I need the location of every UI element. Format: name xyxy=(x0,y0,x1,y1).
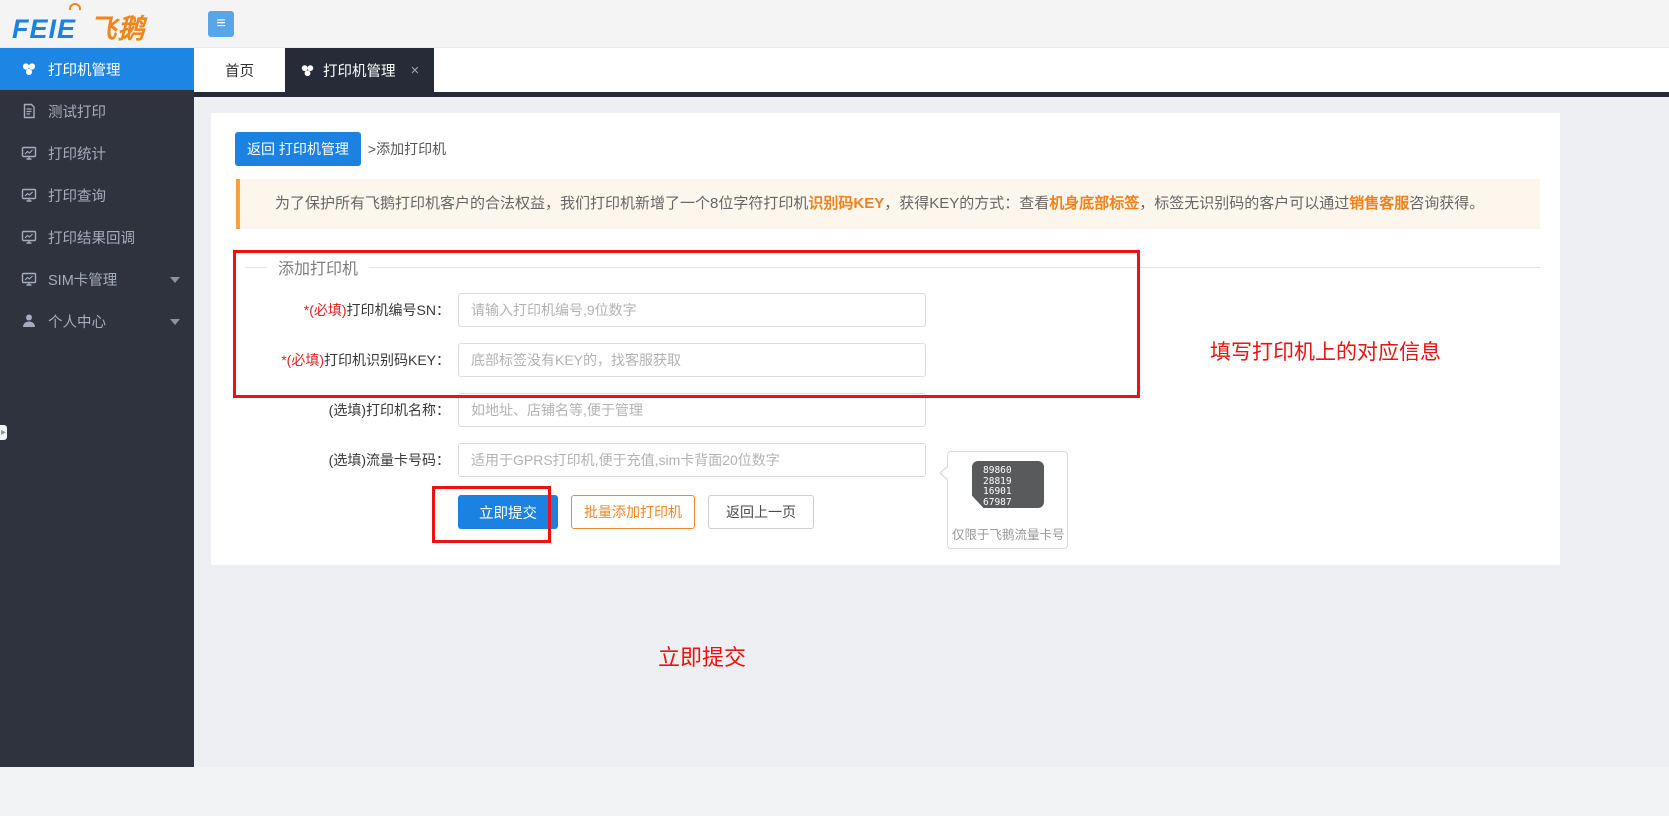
field-label-sn: *(必填)打印机编号SN： xyxy=(211,293,450,327)
field-label-sim: (选填)流量卡号码： xyxy=(211,443,450,477)
add-printer-card: 返回 打印机管理 >添加打印机 为了保护所有飞鹅打印机客户的合法权益，我们打印机… xyxy=(211,113,1560,565)
sidebar-collapse-handle[interactable]: ▸ xyxy=(0,425,7,440)
sidebar-item-printer-management[interactable]: 打印机管理 xyxy=(0,48,194,90)
printer-key-input[interactable] xyxy=(458,343,926,377)
content-area: 返回 打印机管理 >添加打印机 为了保护所有飞鹅打印机客户的合法权益，我们打印机… xyxy=(194,97,1669,767)
close-icon[interactable]: × xyxy=(411,62,420,79)
sim-number-line: 67987 xyxy=(983,498,1044,509)
sidebar-item-label: 打印结果回调 xyxy=(48,227,135,248)
sim-number-input[interactable] xyxy=(458,443,926,477)
notice-highlight-support: 销售客服 xyxy=(1349,195,1409,212)
notice-highlight-key: 识别码KEY xyxy=(808,195,884,212)
printer-name-input[interactable] xyxy=(458,393,926,427)
brand-logo: FEIE 飞鹅 xyxy=(12,7,146,46)
chart-monitor-icon xyxy=(21,145,37,161)
back-to-printer-management-button[interactable]: 返回 打印机管理 xyxy=(235,132,361,166)
sim-card-image: 89860 28819 16901 67987 xyxy=(972,461,1044,508)
sidebar-item-test-print[interactable]: 测试打印 xyxy=(0,90,194,132)
field-label-name: (选填)打印机名称： xyxy=(211,393,450,427)
sidebar-item-print-stats[interactable]: 打印统计 xyxy=(0,132,194,174)
sidebar-item-label: 打印统计 xyxy=(48,143,106,164)
sidebar-item-print-query[interactable]: 打印查询 xyxy=(0,174,194,216)
required-mark: *(必填) xyxy=(304,302,347,318)
notice-highlight-label: 机身底部标签 xyxy=(1049,195,1139,212)
sidebar-item-label: 打印查询 xyxy=(48,185,106,206)
sidebar-item-label: 测试打印 xyxy=(48,101,106,122)
chart-monitor-icon xyxy=(21,271,37,287)
tab-printer-management[interactable]: 打印机管理 × xyxy=(285,48,434,92)
notice-text: 咨询获得。 xyxy=(1409,195,1484,212)
tab-bar: 首页 打印机管理 × xyxy=(194,48,1669,92)
printer-cluster-icon xyxy=(300,63,315,78)
chevron-down-icon[interactable] xyxy=(170,277,180,283)
hamburger-icon: ≡ xyxy=(216,15,225,33)
breadcrumb: 返回 打印机管理 >添加打印机 xyxy=(235,132,446,166)
logo-text-cn: 飞鹅 xyxy=(90,14,146,44)
notice-text: ，获得KEY的方式：查看 xyxy=(884,195,1049,212)
sidebar-nav: 打印机管理 测试打印 打印统计 打印查询 打印结果回调 xyxy=(0,48,194,767)
label-text: 打印机识别码KEY： xyxy=(324,352,450,368)
field-label-key: *(必填)打印机识别码KEY： xyxy=(211,343,450,377)
label-text: 打印机编号SN： xyxy=(347,302,450,318)
sidebar-item-print-callback[interactable]: 打印结果回调 xyxy=(0,216,194,258)
sidebar-item-user-center[interactable]: 个人中心 xyxy=(0,300,194,342)
label-text: (选填)流量卡号码： xyxy=(329,452,450,468)
go-back-button[interactable]: 返回上一页 xyxy=(708,495,814,529)
printer-cluster-icon xyxy=(21,61,37,77)
form-row-sim: (选填)流量卡号码： xyxy=(211,443,1560,477)
submit-button[interactable]: 立即提交 xyxy=(458,495,558,529)
section-title: 添加打印机 xyxy=(278,255,358,279)
notice-text: 为了保护所有飞鹅打印机客户的合法权益，我们打印机新增了一个8位字符打印机 xyxy=(275,195,808,212)
form-row-name: (选填)打印机名称： xyxy=(211,393,1560,427)
document-icon xyxy=(21,103,37,119)
sidebar-item-label: SIM卡管理 xyxy=(48,269,117,290)
top-header: FEIE 飞鹅 ≡ xyxy=(0,0,1669,48)
collapse-arrow-icon: ▸ xyxy=(1,427,6,438)
form-row-sn: *(必填)打印机编号SN： xyxy=(211,293,1560,327)
sidebar-toggle-button[interactable]: ≡ xyxy=(208,11,234,37)
form-section-legend: 添加打印机 xyxy=(245,255,1540,279)
divider xyxy=(369,267,1540,268)
chevron-down-icon[interactable] xyxy=(170,319,180,325)
tooltip-arrow xyxy=(941,466,949,480)
wifi-signal-icon xyxy=(69,3,81,10)
chart-monitor-icon xyxy=(21,187,37,203)
sidebar-item-label: 打印机管理 xyxy=(48,59,121,80)
tab-label: 打印机管理 xyxy=(323,60,396,81)
sidebar-item-sim-management[interactable]: SIM卡管理 xyxy=(0,258,194,300)
tab-home[interactable]: 首页 xyxy=(194,48,285,92)
batch-add-button[interactable]: 批量添加打印机 xyxy=(571,495,695,529)
tab-label: 首页 xyxy=(225,60,254,81)
printer-sn-input[interactable] xyxy=(458,293,926,327)
required-mark: *(必填) xyxy=(281,352,324,368)
user-icon xyxy=(21,313,37,329)
label-text: (选填)打印机名称： xyxy=(329,402,450,418)
sim-number-line: 89860 xyxy=(983,466,1044,477)
divider xyxy=(245,267,267,268)
app-window: FEIE 飞鹅 ≡ 打印机管理 测试打印 打印统计 xyxy=(0,0,1669,816)
sim-tooltip-caption: 仅限于飞鹅流量卡号 xyxy=(952,524,1065,543)
form-buttons: 立即提交 批量添加打印机 返回上一页 xyxy=(458,495,814,529)
notice-banner: 为了保护所有飞鹅打印机客户的合法权益，我们打印机新增了一个8位字符打印机识别码K… xyxy=(236,179,1540,229)
sim-number-line: 16901 xyxy=(983,487,1044,498)
notice-text: ，标签无识别码的客户可以通过 xyxy=(1139,195,1349,212)
sidebar-item-label: 个人中心 xyxy=(48,311,106,332)
breadcrumb-trail: >添加打印机 xyxy=(368,139,446,159)
form-row-key: *(必填)打印机识别码KEY： xyxy=(211,343,1560,377)
sim-card-tooltip: 89860 28819 16901 67987 仅限于飞鹅流量卡号 xyxy=(947,451,1068,549)
logo-text-en: FEIE xyxy=(12,14,76,44)
chart-monitor-icon xyxy=(21,229,37,245)
